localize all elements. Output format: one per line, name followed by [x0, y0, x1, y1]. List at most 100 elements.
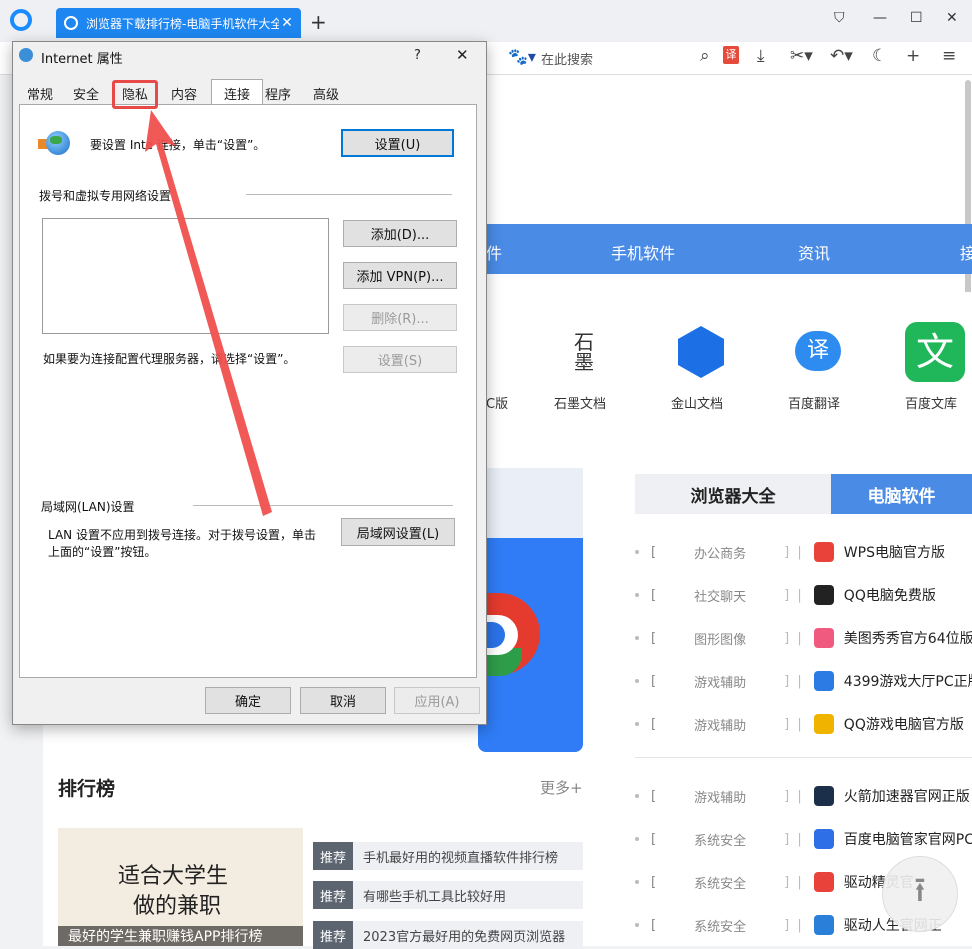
maximize-icon[interactable]: ☐: [910, 10, 923, 26]
dialog-tabs: 常规 安全 隐私 内容 连接 程序 高级: [19, 79, 477, 106]
bullet: [635, 880, 639, 884]
tab-close-icon[interactable]: ✕: [279, 15, 295, 31]
software-list-item[interactable]: [游戏辅助] | 4399游戏大厅PC正版: [635, 671, 972, 691]
bracket: ] |: [784, 788, 802, 804]
software-category[interactable]: 系统安全: [656, 873, 784, 892]
window-close-icon[interactable]: ✕: [946, 10, 958, 26]
tab-connections[interactable]: 连接: [211, 79, 263, 106]
recommend-item[interactable]: 推荐 2023官方最好用的免费网页浏览器: [313, 921, 583, 949]
bracket: ] |: [784, 630, 802, 646]
tab-general[interactable]: 常规: [19, 82, 61, 104]
recommend-text[interactable]: 2023官方最好用的免费网页浏览器: [353, 926, 565, 945]
dialog-close-icon[interactable]: ✕: [456, 46, 469, 64]
add-vpn-button[interactable]: 添加 VPN(P)...: [343, 262, 457, 289]
new-tab-icon[interactable]: +: [310, 10, 327, 34]
settings-button[interactable]: 设置(S): [343, 346, 457, 373]
shimo-docs-icon[interactable]: 石 墨: [570, 332, 598, 372]
recommend-item[interactable]: 推荐 有哪些手机工具比较好用: [313, 881, 583, 909]
bracket: ] |: [784, 831, 802, 847]
app-label[interactable]: 百度翻译: [788, 393, 840, 412]
menu-icon[interactable]: ≡: [942, 46, 956, 66]
software-category[interactable]: 社交聊天: [656, 586, 784, 605]
download-icon[interactable]: ⤓: [757, 46, 765, 66]
tab-content[interactable]: 内容: [163, 82, 205, 104]
recommend-text[interactable]: 手机最好用的视频直播软件排行榜: [353, 847, 558, 866]
cancel-button[interactable]: 取消: [300, 687, 386, 714]
screenshot-icon[interactable]: ✂▾: [790, 46, 813, 66]
setup-button[interactable]: 设置(U): [341, 129, 454, 157]
software-name[interactable]: 美图秀秀官方64位版: [844, 628, 972, 648]
back-to-top-icon[interactable]: ⭱: [882, 856, 958, 932]
software-category[interactable]: 游戏辅助: [656, 787, 784, 806]
translate-icon[interactable]: 译: [723, 46, 739, 64]
group-divider: [193, 505, 453, 506]
bullet: [635, 593, 639, 597]
lan-settings-button[interactable]: 局域网设置(L): [341, 518, 455, 546]
tab-browsers[interactable]: 浏览器大全: [635, 474, 831, 514]
add-icon[interactable]: +: [906, 46, 920, 66]
software-name[interactable]: QQ电脑免费版: [844, 585, 936, 605]
search-engine-icon[interactable]: 🐾▾: [508, 47, 536, 66]
bracket: ] |: [784, 587, 802, 603]
ranking-image-caption[interactable]: 最好的学生兼职赚钱APP排行榜: [58, 926, 303, 946]
ok-button[interactable]: 确定: [205, 687, 291, 714]
remove-button[interactable]: 删除(R)...: [343, 304, 457, 331]
setup-instruction: 要设置 Inte 连接，单击“设置”。: [90, 138, 266, 152]
add-button[interactable]: 添加(D)...: [343, 220, 457, 247]
dialog-title: Internet 属性: [41, 52, 123, 67]
nav-item-news[interactable]: 资讯: [798, 240, 830, 264]
software-list-item[interactable]: [图形图像] | 美图秀秀官方64位版: [635, 628, 972, 648]
ranking-title: 排行榜: [58, 778, 116, 800]
app-label[interactable]: 金山文档: [671, 393, 723, 412]
baidu-translate-icon[interactable]: 译: [795, 331, 841, 371]
bullet: [635, 923, 639, 927]
browser-logo-icon: [10, 9, 32, 31]
software-list-item[interactable]: [游戏辅助] | 火箭加速器官网正版: [635, 786, 970, 806]
nav-item-more[interactable]: 接: [960, 240, 972, 264]
apply-button[interactable]: 应用(A): [394, 687, 480, 714]
help-icon[interactable]: ?: [414, 48, 421, 63]
undo-icon[interactable]: ↶▾: [830, 46, 853, 66]
software-category[interactable]: 游戏辅助: [656, 672, 784, 691]
software-category[interactable]: 系统安全: [656, 916, 784, 935]
promo-banner-top: [478, 468, 583, 538]
software-list-item[interactable]: [系统安全] |百度电脑管家官网PC版: [635, 829, 972, 849]
software-category[interactable]: 图形图像: [656, 629, 784, 648]
connections-listbox[interactable]: [42, 218, 329, 334]
baidu-wenku-icon[interactable]: 文: [905, 322, 965, 382]
app-label[interactable]: 石墨文档: [554, 393, 606, 412]
app-label[interactable]: C版: [486, 393, 508, 412]
software-name[interactable]: WPS电脑官方版: [844, 542, 945, 562]
software-list-item[interactable]: [游戏辅助] | QQ游戏电脑官方版: [635, 714, 964, 734]
software-name[interactable]: 4399游戏大厅PC正版: [844, 671, 972, 691]
tab-advanced[interactable]: 高级: [305, 82, 347, 104]
recommend-tag: 推荐: [313, 842, 353, 870]
app-label[interactable]: 百度文库: [905, 393, 957, 412]
software-name[interactable]: QQ游戏电脑官方版: [844, 714, 964, 734]
recommend-text[interactable]: 有哪些手机工具比较好用: [353, 886, 506, 905]
shirt-icon[interactable]: ⛉: [834, 10, 845, 26]
software-list-item[interactable]: [社交聊天] | QQ电脑免费版: [635, 585, 936, 605]
software-category[interactable]: 系统安全: [656, 830, 784, 849]
bracket: ] |: [784, 716, 802, 732]
dialup-group-label: 拨号和虚拟专用网络设置: [39, 189, 172, 203]
night-mode-icon[interactable]: ☾: [872, 46, 887, 66]
software-list-item[interactable]: [办公商务] | WPS电脑官方版: [635, 542, 945, 562]
software-name[interactable]: 百度电脑管家官网PC版: [844, 829, 972, 849]
tab-programs[interactable]: 程序: [257, 82, 299, 104]
software-category[interactable]: 游戏辅助: [656, 715, 784, 734]
search-icon[interactable]: ⌕: [700, 46, 710, 66]
minimize-icon[interactable]: —: [873, 10, 887, 26]
software-list-item[interactable]: [系统安全] | 驱动精灵官: [635, 872, 914, 892]
tab-software[interactable]: 电脑软件: [831, 474, 972, 514]
tab-security[interactable]: 安全: [65, 82, 107, 104]
nav-item-mobile[interactable]: 手机软件: [611, 240, 675, 264]
recommend-item[interactable]: 推荐 手机最好用的视频直播软件排行榜: [313, 842, 583, 870]
browser-tab[interactable]: 浏览器下载排行榜-电脑手机软件大全 ✕: [56, 8, 301, 38]
ranking-more-link[interactable]: 更多+: [540, 777, 583, 798]
software-name[interactable]: 火箭加速器官网正版: [844, 786, 970, 806]
software-category[interactable]: 办公商务: [656, 543, 784, 562]
software-icon: [813, 714, 834, 734]
search-input[interactable]: 在此搜索: [541, 49, 593, 68]
nav-item-software[interactable]: 件: [486, 240, 502, 264]
